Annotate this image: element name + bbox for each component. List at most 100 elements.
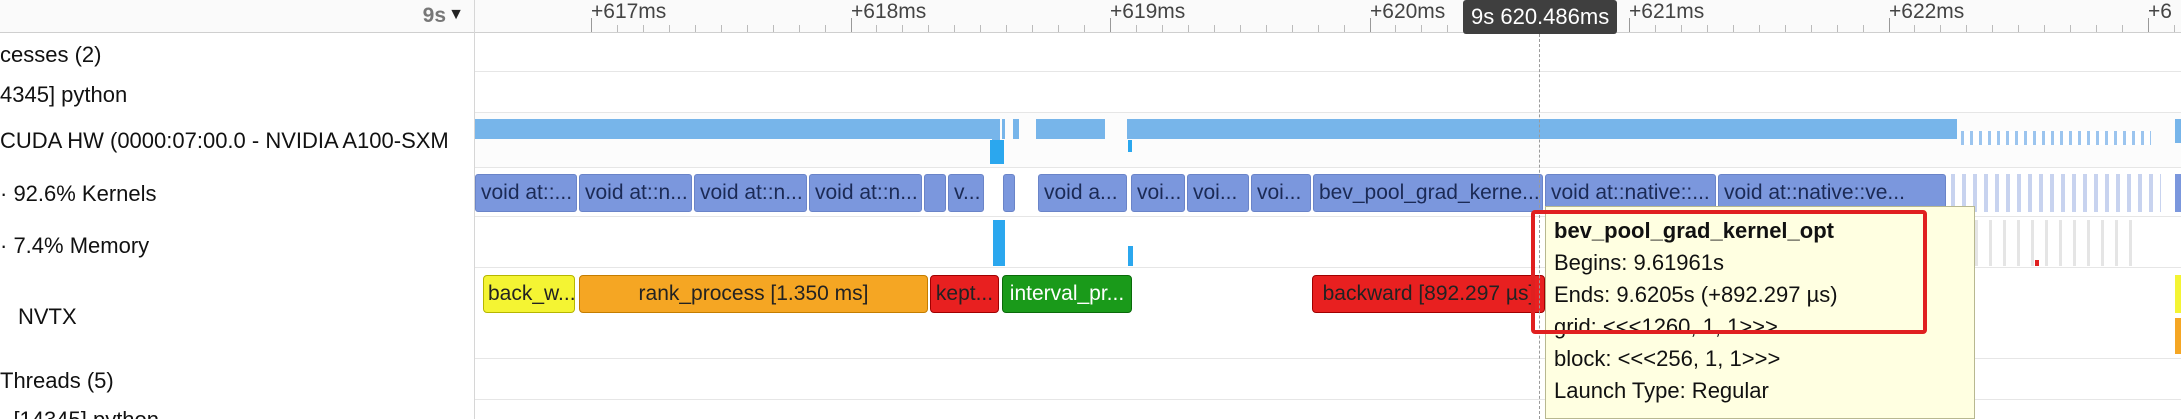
ruler-minor-tick	[928, 25, 930, 32]
kernel-block[interactable]: void at::n...	[809, 174, 922, 212]
ruler-minor-tick	[1161, 25, 1163, 32]
ruler-minor-tick	[1836, 25, 1838, 32]
ruler-minor-tick	[1239, 25, 1241, 32]
ruler-minor-tick	[2096, 25, 2098, 32]
hw-activity-bar[interactable]	[1395, 119, 1957, 139]
memory-block[interactable]	[1128, 246, 1133, 266]
ruler-minor-tick	[1654, 25, 1656, 32]
ruler-minor-tick	[1992, 25, 1994, 32]
tick-label: +617ms	[591, 0, 667, 23]
ruler-minor-tick	[2044, 25, 2046, 32]
hw-activity-bar[interactable]	[990, 140, 1004, 164]
kernel-block[interactable]: voi...	[1187, 174, 1249, 212]
kernel-block[interactable]: voi...	[1251, 174, 1311, 212]
hw-activity-bar[interactable]	[1961, 131, 2151, 145]
ruler-major-tick	[1888, 18, 1890, 32]
time-ruler[interactable]: +617ms +618ms +619ms +620ms +621ms +622m…	[475, 0, 2181, 33]
timeline-header-left: 9s ▼	[0, 0, 474, 33]
ruler-minor-tick	[1862, 25, 1864, 32]
kernel-block[interactable]: void a...	[1038, 174, 1127, 212]
ruler-minor-tick	[798, 25, 800, 32]
row-processes	[475, 33, 2181, 72]
ruler-minor-tick	[1291, 25, 1293, 32]
tree-row-cuda-hw[interactable]: CUDA HW (0000:07:00.0 - NVIDIA A100-SXM	[0, 124, 449, 158]
ruler-minor-tick	[1006, 25, 1008, 32]
kernel-block[interactable]: v...	[948, 174, 984, 212]
memory-block[interactable]	[1961, 220, 2141, 266]
ruler-minor-tick	[1421, 25, 1423, 32]
nvtx-range[interactable]	[2175, 318, 2181, 354]
hw-activity-bar[interactable]	[1002, 119, 1005, 139]
tree-row-kernels[interactable]: · 92.6% Kernels	[0, 177, 157, 211]
kernel-block[interactable]: void at::n...	[579, 174, 692, 212]
tree-row-memory[interactable]: · 7.4% Memory	[0, 229, 149, 263]
nvtx-range[interactable]: rank_process [1.350 ms]	[579, 275, 928, 313]
chevron-down-icon[interactable]: ▼	[448, 6, 464, 24]
ruler-major-tick	[591, 18, 592, 32]
tree-row-nvtx[interactable]: NVTX	[18, 300, 77, 334]
time-cursor-badge: 9s 620.486ms	[1463, 0, 1618, 34]
ruler-minor-tick	[1058, 25, 1060, 32]
ruler-minor-tick	[1317, 25, 1319, 32]
hw-activity-bar[interactable]	[1013, 119, 1019, 139]
kernel-block[interactable]	[2175, 174, 2181, 212]
ruler-minor-tick	[1914, 25, 1916, 32]
tree-row-python-process[interactable]: 4345] python	[0, 78, 127, 112]
ruler-minor-tick	[1213, 25, 1215, 32]
ruler-minor-tick	[954, 25, 956, 32]
ruler-minor-tick	[1187, 25, 1189, 32]
nvtx-range[interactable]	[2175, 275, 2181, 313]
ruler-major-tick	[1110, 18, 1111, 32]
tick-label: +6	[2148, 0, 2172, 23]
kernel-block[interactable]: void at::n...	[694, 174, 807, 212]
kernel-block[interactable]	[1003, 174, 1015, 212]
tooltip-launch-type: Launch Type: Regular	[1554, 378, 1769, 403]
memory-block[interactable]	[2035, 260, 2039, 266]
hw-activity-bar[interactable]	[475, 119, 992, 139]
nvtx-range[interactable]: backward [892.297 µs]	[1312, 275, 1545, 313]
kernel-block[interactable]	[1951, 174, 2161, 212]
ruler-minor-tick	[694, 25, 696, 32]
ruler-minor-tick	[1940, 25, 1942, 32]
kernel-block[interactable]: void at::...	[475, 174, 577, 212]
ruler-minor-tick	[772, 25, 774, 32]
kernel-block[interactable]	[924, 174, 946, 212]
ruler-major-tick	[1629, 18, 1630, 32]
ruler-minor-tick	[876, 25, 878, 32]
kernel-block[interactable]: bev_pool_grad_kerne...	[1313, 174, 1543, 212]
ruler-minor-tick	[1135, 25, 1137, 32]
ruler-minor-tick	[668, 25, 670, 32]
tree-row-threads[interactable]: Threads (5)	[0, 364, 114, 398]
nvtx-range[interactable]: back_w...	[483, 275, 575, 313]
kernel-block[interactable]: voi...	[1131, 174, 1185, 212]
nvtx-range[interactable]: kept...	[930, 275, 999, 313]
highlight-annotation-box	[1531, 210, 1927, 334]
ruler-minor-tick	[1265, 25, 1267, 32]
ruler-minor-tick	[1966, 25, 1968, 32]
ruler-minor-tick	[1343, 25, 1345, 32]
hw-activity-bar[interactable]	[1128, 140, 1132, 152]
row-python	[475, 72, 2181, 113]
ruler-major-tick	[1369, 18, 1371, 32]
tree-row-thread-python[interactable]: · [14345] python	[0, 403, 159, 419]
hw-activity-bar[interactable]	[1036, 119, 1105, 139]
tick-label: +618ms	[851, 0, 927, 23]
tick-label: +620ms	[1370, 0, 1446, 23]
memory-block[interactable]	[993, 220, 1005, 266]
zoom-level-label[interactable]: 9s	[423, 4, 446, 28]
ruler-minor-tick	[824, 25, 826, 32]
ruler-minor-tick	[1810, 25, 1812, 32]
tree-row-processes[interactable]: cesses (2)	[0, 38, 101, 72]
ruler-minor-tick	[1784, 25, 1786, 32]
ruler-minor-tick	[2018, 25, 2020, 32]
ruler-minor-tick	[902, 25, 904, 32]
ruler-minor-tick	[1447, 25, 1449, 32]
ruler-minor-tick	[1758, 25, 1760, 32]
tick-label: +622ms	[1889, 0, 1965, 23]
ruler-minor-tick	[2122, 25, 2124, 32]
nvtx-range[interactable]: interval_pr...	[1002, 275, 1132, 313]
ruler-minor-tick	[642, 25, 644, 32]
ruler-minor-tick	[2070, 25, 2072, 32]
hw-activity-bar[interactable]	[2175, 119, 2181, 143]
hw-activity-bar[interactable]	[1127, 119, 1395, 139]
